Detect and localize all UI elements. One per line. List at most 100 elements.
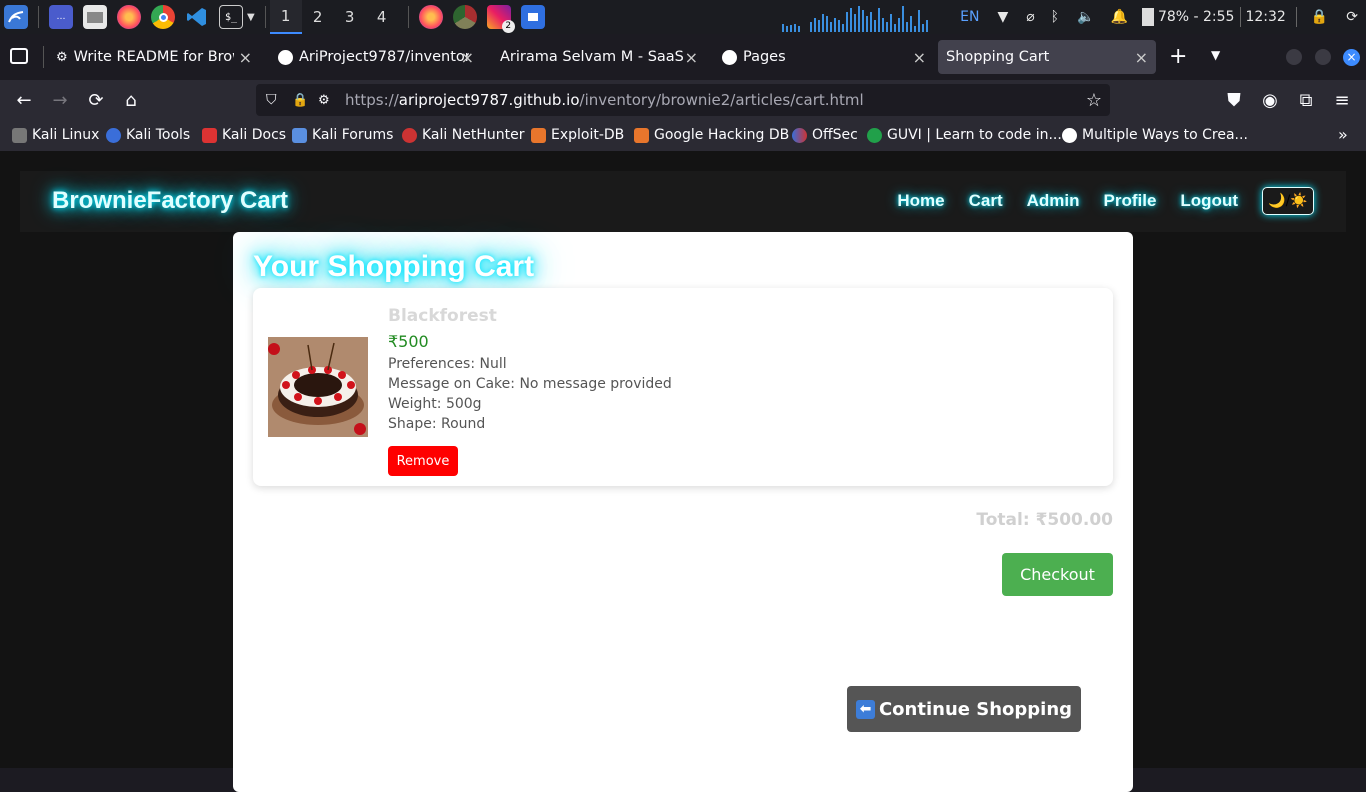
- kali-menu-icon[interactable]: [4, 5, 28, 29]
- back-arrow-icon[interactable]: ←: [12, 88, 36, 112]
- url-host: ariproject9787.github.io: [398, 91, 580, 109]
- firefox-icon[interactable]: [117, 5, 141, 29]
- shield-icon[interactable]: ⛉: [266, 92, 277, 108]
- bookmark-kali-docs[interactable]: Kali Docs: [202, 127, 286, 143]
- instagram-window-icon[interactable]: 2: [486, 5, 515, 33]
- nav-admin[interactable]: Admin: [1027, 191, 1080, 211]
- bookmark-label: Google Hacking DB: [654, 127, 790, 143]
- url-text[interactable]: https://ariproject9787.github.io/invento…: [345, 91, 864, 109]
- tab-readme[interactable]: ⚙ Write README for Browni ×: [48, 40, 260, 74]
- lock-icon[interactable]: 🔒: [1311, 9, 1328, 25]
- checkout-button[interactable]: Checkout: [1002, 553, 1113, 596]
- nav-logout[interactable]: Logout: [1180, 191, 1238, 211]
- bookmark-multiple-ways[interactable]: Multiple Ways to Crea...: [1062, 127, 1248, 143]
- close-tab-icon[interactable]: ×: [913, 48, 926, 67]
- bookmark-kali-tools[interactable]: Kali Tools: [106, 127, 190, 143]
- battery-icon: [1141, 8, 1154, 26]
- firefox-window-icon[interactable]: [418, 5, 443, 29]
- workspace-4[interactable]: 4: [366, 0, 398, 34]
- maximize-window-icon[interactable]: [1315, 49, 1331, 65]
- chevron-down-icon[interactable]: ▼: [247, 12, 255, 23]
- nav-cart[interactable]: Cart: [969, 191, 1003, 211]
- kali-forums-icon: [292, 127, 307, 143]
- nav-profile[interactable]: Profile: [1104, 191, 1157, 211]
- url-path: /inventory/brownie2/articles/cart.html: [579, 91, 864, 109]
- workspace-1[interactable]: 1: [269, 0, 302, 34]
- close-tab-icon[interactable]: ×: [685, 48, 698, 67]
- workspace-2[interactable]: 2: [302, 0, 334, 34]
- bookmark-guvi[interactable]: GUVI | Learn to code in...: [867, 127, 1062, 143]
- chatgpt-icon: ⚙: [56, 49, 68, 65]
- bookmark-exploit-db[interactable]: Exploit-DB: [531, 127, 624, 143]
- bookmark-google-hacking-db[interactable]: Google Hacking DB: [634, 127, 789, 143]
- forward-arrow-icon[interactable]: →: [48, 88, 72, 112]
- clock[interactable]: 12:32: [1245, 9, 1285, 25]
- offsec-icon: [792, 127, 807, 143]
- left-arrow-icon: ⬅: [855, 699, 875, 719]
- close-tab-icon[interactable]: ×: [461, 48, 474, 67]
- padlock-icon[interactable]: 🔒: [292, 93, 308, 108]
- home-icon[interactable]: ⌂: [119, 88, 143, 112]
- tab-label: Shopping Cart: [946, 49, 1050, 65]
- tab-pages[interactable]: Pages ×: [714, 40, 934, 74]
- bookmark-kali-linux[interactable]: Kali Linux: [12, 127, 99, 143]
- extensions-icon[interactable]: ⧉: [1294, 88, 1318, 112]
- tab-shopping-cart[interactable]: Shopping Cart ×: [938, 40, 1156, 74]
- firefox-view-icon[interactable]: [10, 48, 28, 64]
- pocket-icon[interactable]: ⛊: [1222, 88, 1246, 112]
- notification-bell-icon[interactable]: 🔔: [1111, 9, 1128, 25]
- bookmark-label: Multiple Ways to Crea...: [1082, 127, 1248, 143]
- tab-github-inventory[interactable]: AriProject9787/inventory ×: [270, 40, 482, 74]
- theme-toggle-button[interactable]: 🌙/☀️: [1262, 187, 1314, 215]
- new-tab-icon[interactable]: +: [1169, 44, 1187, 69]
- nav-home[interactable]: Home: [897, 191, 944, 211]
- desktop-icon[interactable]: …: [49, 5, 73, 29]
- taskbar-separator: [264, 6, 266, 28]
- address-bar[interactable]: ⛉ 🔒 ⚙ https://ariproject9787.github.io/i…: [256, 84, 1110, 116]
- permissions-icon[interactable]: ⚙: [318, 93, 330, 108]
- bookmark-kali-nethunter[interactable]: Kali NetHunter: [402, 127, 524, 143]
- close-window-icon[interactable]: ×: [1343, 49, 1360, 66]
- attachment-icon[interactable]: ⌀: [1026, 9, 1034, 25]
- continue-shopping-label: Continue Shopping: [878, 698, 1073, 720]
- item-shape: Shape: Round: [388, 416, 486, 432]
- bookmark-star-icon[interactable]: ☆: [1086, 90, 1102, 111]
- workspace-3[interactable]: 3: [334, 0, 366, 34]
- minimize-window-icon[interactable]: [1286, 49, 1302, 65]
- github-icon: [722, 49, 737, 65]
- tab-label: AriProject9787/inventory: [299, 49, 469, 65]
- site-brand[interactable]: BrownieFactory Cart: [52, 187, 288, 215]
- cake-image: [268, 337, 368, 437]
- power-icon[interactable]: ⟳: [1346, 9, 1358, 25]
- remove-button[interactable]: Remove: [388, 446, 458, 476]
- close-tab-icon[interactable]: ×: [239, 48, 252, 67]
- cart-item: Blackforest ₹500 Preferences: Null Messa…: [253, 288, 1113, 486]
- account-icon[interactable]: ◉: [1258, 88, 1282, 112]
- terminal-icon[interactable]: $_: [219, 5, 243, 29]
- chrome-icon[interactable]: [151, 5, 175, 29]
- volume-icon[interactable]: 🔈: [1077, 9, 1094, 25]
- cart-container: Your Shopping Cart Blackforest ₹500 Pref…: [233, 232, 1133, 792]
- list-tabs-chevron-icon[interactable]: ▼: [1211, 48, 1220, 62]
- menu-hamburger-icon[interactable]: ≡: [1330, 88, 1354, 112]
- bookmark-kali-forums[interactable]: Kali Forums: [292, 127, 393, 143]
- reload-icon[interactable]: ⟳: [84, 88, 108, 112]
- more-bookmarks-chevron-icon[interactable]: »: [1338, 125, 1348, 144]
- tab-label: Write README for Browni: [73, 49, 234, 65]
- bookmarks-toolbar: Kali Linux Kali Tools Kali Docs Kali For…: [0, 120, 1366, 151]
- language-indicator[interactable]: EN: [960, 9, 979, 25]
- wifi-icon[interactable]: ▼: [997, 9, 1008, 25]
- vscode-icon[interactable]: [185, 5, 209, 29]
- bookmark-offsec[interactable]: OffSec: [792, 127, 858, 143]
- network-graph-icon: [782, 6, 928, 32]
- file-manager-icon[interactable]: [83, 5, 107, 29]
- battery-status[interactable]: 78% - 2:55: [1158, 9, 1235, 25]
- calendar-window-icon[interactable]: [520, 5, 545, 29]
- chrome-window-icon[interactable]: [452, 5, 477, 29]
- close-tab-icon[interactable]: ×: [1135, 48, 1148, 67]
- continue-shopping-button[interactable]: ⬅ Continue Shopping: [847, 686, 1081, 732]
- tab-saas-billing[interactable]: Arirama Selvam M - SaaS Bill ×: [492, 40, 706, 74]
- bluetooth-icon[interactable]: ᛒ: [1051, 9, 1059, 25]
- item-name: Blackforest: [388, 306, 497, 326]
- ghdb-icon: [634, 127, 649, 143]
